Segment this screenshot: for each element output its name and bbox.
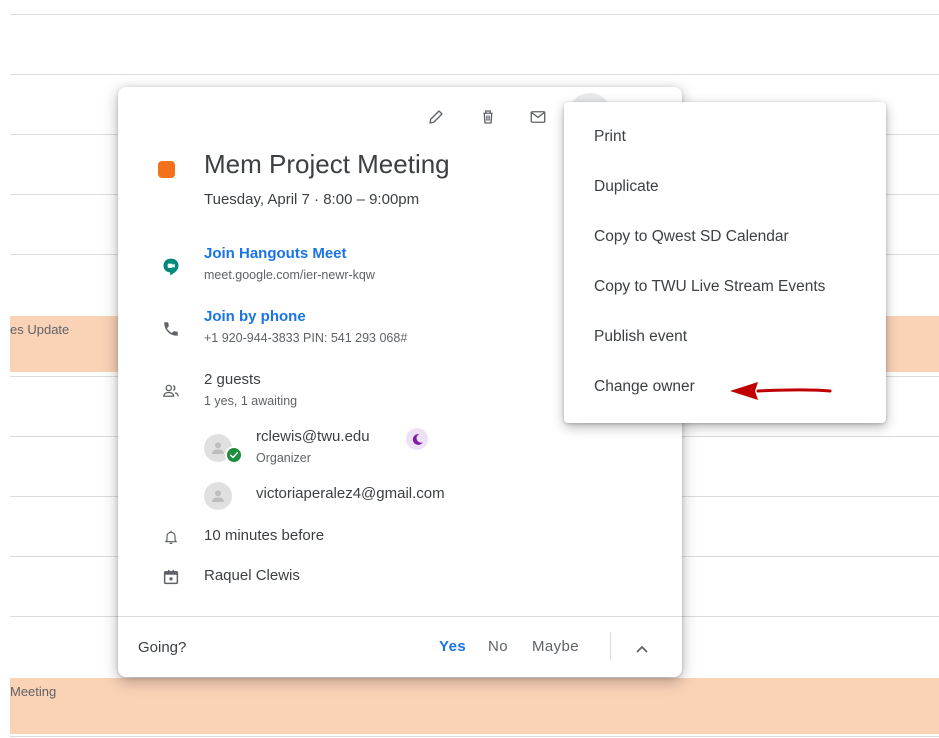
bell-icon (160, 526, 182, 548)
background-event-label: Meeting (10, 684, 57, 699)
menu-item-change-owner[interactable]: Change owner (564, 362, 886, 412)
menu-item-label: Duplicate (594, 178, 659, 195)
avatar (204, 482, 232, 510)
organizer-check-icon (225, 446, 243, 464)
background-event-label: es Update (10, 322, 70, 337)
menu-item-label: Copy to TWU Live Stream Events (594, 278, 826, 295)
email-icon[interactable] (526, 105, 550, 129)
rsvp-no-button[interactable]: No (488, 638, 508, 655)
event-datetime: Tuesday, April 7 · 8:00 – 9:00pm (204, 191, 420, 208)
menu-item-publish-event[interactable]: Publish event (564, 312, 886, 362)
guest-email: victoriaperalez4@gmail.com (256, 485, 445, 502)
hangouts-meet-icon (160, 256, 182, 278)
red-arrow-annotation (730, 382, 832, 400)
phone-details: +1 920-944-3833 PIN: 541 293 068# (204, 331, 408, 345)
delete-icon[interactable] (476, 105, 500, 129)
grid-line (10, 736, 939, 737)
menu-item-label: Copy to Qwest SD Calendar (594, 228, 789, 245)
footer-separator (610, 632, 611, 660)
menu-item-copy-to-qwest-sd-calendar[interactable]: Copy to Qwest SD Calendar (564, 212, 886, 262)
guest-status: 1 yes, 1 awaiting (204, 394, 298, 408)
reminder-text: 10 minutes before (204, 527, 325, 544)
event-color-icon (158, 161, 175, 178)
rsvp-yes-button[interactable]: Yes (439, 638, 466, 655)
footer-divider (118, 616, 682, 617)
calendar-icon (160, 566, 182, 588)
join-by-phone-link[interactable]: Join by phone (204, 308, 306, 325)
chevron-up-icon[interactable] (632, 639, 652, 659)
grid-line (10, 14, 939, 15)
more-options-menu: Print Duplicate Copy to Qwest SD Calenda… (564, 102, 886, 423)
rsvp-maybe-button[interactable]: Maybe (532, 638, 579, 655)
menu-item-copy-to-twu-live-stream-events[interactable]: Copy to TWU Live Stream Events (564, 262, 886, 312)
menu-item-duplicate[interactable]: Duplicate (564, 162, 886, 212)
grid-line (10, 74, 939, 75)
menu-item-label: Print (594, 128, 626, 145)
menu-item-print[interactable]: Print (564, 112, 886, 162)
join-hangouts-link[interactable]: Join Hangouts Meet (204, 245, 347, 262)
menu-item-label: Change owner (594, 378, 695, 395)
calendar-owner: Raquel Clewis (204, 567, 300, 584)
phone-icon (160, 318, 182, 340)
guest-count: 2 guests (204, 371, 261, 388)
background-event[interactable]: Meeting (10, 678, 939, 734)
guest-role: Organizer (256, 451, 311, 465)
event-title: Mem Project Meeting (204, 149, 450, 179)
guests-icon (160, 380, 182, 402)
moon-icon (406, 428, 428, 450)
menu-item-label: Publish event (594, 328, 688, 345)
going-label: Going? (138, 639, 187, 656)
hangouts-url: meet.google.com/ier-newr-kqw (204, 268, 375, 282)
guest-email: rclewis@twu.edu (256, 428, 370, 445)
edit-icon[interactable] (424, 105, 448, 129)
